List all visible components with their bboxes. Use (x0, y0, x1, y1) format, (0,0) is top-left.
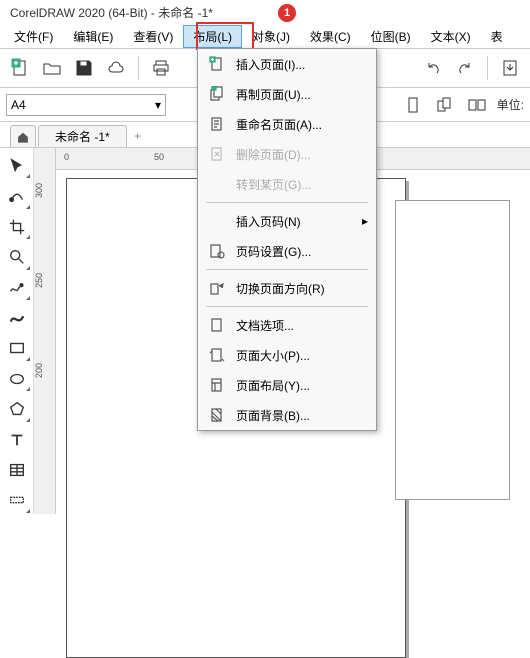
page-layout-icon (206, 374, 228, 396)
menu-bitmap[interactable]: 位图(B) (361, 25, 421, 48)
menu-table[interactable]: 表 (481, 25, 513, 48)
menu-page-layout[interactable]: 页面布局(Y)... (198, 370, 376, 400)
pageno-settings-icon (206, 240, 228, 262)
menu-insert-page[interactable]: 插入页面(I)... (198, 49, 376, 79)
shape-tool[interactable] (3, 182, 31, 209)
menu-object[interactable]: 对象(J) (242, 25, 300, 48)
page-tab-1[interactable]: 未命名 -1* (38, 125, 127, 147)
facing-button[interactable] (463, 91, 491, 119)
menu-goto-page: 转到某页(G)... (198, 169, 376, 199)
layout-menu-dropdown: 插入页面(I)... 再制页面(U)... 重命名页面(A)... 删除页面(D… (197, 48, 377, 431)
chevron-down-icon: ▾ (155, 98, 161, 112)
chevron-right-icon: ▸ (362, 214, 368, 228)
open-button[interactable] (38, 54, 66, 82)
add-tab-button[interactable]: + (127, 125, 149, 147)
menu-page-size[interactable]: 页面大小(P)... (198, 340, 376, 370)
goto-page-icon (206, 173, 228, 195)
callout-1: 1 (278, 4, 296, 22)
menu-edit[interactable]: 编辑(E) (63, 25, 123, 48)
new-button[interactable] (6, 54, 34, 82)
toolbox (0, 148, 34, 514)
title-bar: CorelDRAW 2020 (64-Bit) - 未命名 -1* (0, 0, 530, 24)
ruler-tick: 250 (34, 273, 44, 288)
menu-label: 插入页码(N) (236, 213, 301, 230)
separator (487, 56, 488, 80)
zoom-tool[interactable] (3, 243, 31, 270)
menu-label: 删除页面(D)... (236, 146, 311, 163)
menu-label: 插入页面(I)... (236, 56, 305, 73)
save-button[interactable] (70, 54, 98, 82)
menu-page-bg[interactable]: 页面背景(B)... (198, 400, 376, 430)
menu-label: 页面背景(B)... (236, 407, 310, 424)
menu-switch-orient[interactable]: 切换页面方向(R) (198, 273, 376, 303)
rectangle-tool[interactable] (3, 335, 31, 362)
dimension-tool[interactable] (3, 487, 31, 514)
menu-duplicate-page[interactable]: 再制页面(U)... (198, 79, 376, 109)
import-button[interactable] (496, 54, 524, 82)
ellipse-tool[interactable] (3, 365, 31, 392)
multipage-button[interactable] (431, 91, 459, 119)
pick-tool[interactable] (3, 152, 31, 179)
menu-rename-page[interactable]: 重命名页面(A)... (198, 109, 376, 139)
page-size-value: A4 (11, 98, 26, 112)
menu-bar: 文件(F) 编辑(E) 查看(V) 布局(L) 对象(J) 效果(C) 位图(B… (0, 24, 530, 48)
page-size-icon (206, 344, 228, 366)
menu-delete-page: 删除页面(D)... (198, 139, 376, 169)
menu-separator (206, 306, 368, 307)
doc-options-icon (206, 314, 228, 336)
page-size-select[interactable]: A4 ▾ (6, 94, 166, 116)
menu-effects[interactable]: 效果(C) (300, 25, 361, 48)
text-tool[interactable] (3, 426, 31, 453)
menu-separator (206, 202, 368, 203)
print-button[interactable] (147, 54, 175, 82)
freehand-tool[interactable] (3, 274, 31, 301)
menu-label: 重命名页面(A)... (236, 116, 322, 133)
menu-label: 页面布局(Y)... (236, 377, 310, 394)
ruler-tick: 200 (34, 363, 44, 378)
ruler-tick: 50 (154, 152, 164, 162)
menu-file[interactable]: 文件(F) (4, 25, 63, 48)
cloud-button[interactable] (102, 54, 130, 82)
menu-doc-options[interactable]: 文档选项... (198, 310, 376, 340)
redo-button[interactable] (451, 54, 479, 82)
units-label: 单位: (497, 96, 524, 113)
orient-icon (206, 277, 228, 299)
polygon-tool[interactable] (3, 395, 31, 422)
menu-layout[interactable]: 布局(L) (183, 25, 242, 48)
menu-separator (206, 269, 368, 270)
vertical-ruler: 300 250 200 (34, 148, 56, 514)
insert-page-icon (206, 53, 228, 75)
menu-label: 切换页面方向(R) (236, 280, 325, 297)
table-tool[interactable] (3, 456, 31, 483)
docker-panel[interactable] (395, 200, 510, 500)
menu-label: 转到某页(G)... (236, 176, 311, 193)
ruler-tick: 0 (64, 152, 69, 162)
undo-button[interactable] (419, 54, 447, 82)
crop-tool[interactable] (3, 213, 31, 240)
delete-page-icon (206, 143, 228, 165)
menu-view[interactable]: 查看(V) (123, 25, 183, 48)
rename-page-icon (206, 113, 228, 135)
duplicate-page-icon (206, 83, 228, 105)
separator (138, 56, 139, 80)
portrait-button[interactable] (399, 91, 427, 119)
pageno-icon (206, 210, 228, 232)
page-bg-icon (206, 404, 228, 426)
menu-pageno-settings[interactable]: 页码设置(G)... (198, 236, 376, 266)
menu-label: 再制页面(U)... (236, 86, 311, 103)
menu-label: 文档选项... (236, 317, 294, 334)
artistic-media-tool[interactable] (3, 304, 31, 331)
menu-label: 页面大小(P)... (236, 347, 310, 364)
home-tab[interactable] (10, 125, 36, 147)
menu-text[interactable]: 文本(X) (421, 25, 481, 48)
menu-label: 页码设置(G)... (236, 243, 311, 260)
ruler-tick: 300 (34, 183, 44, 198)
menu-insert-pageno[interactable]: 插入页码(N) ▸ (198, 206, 376, 236)
